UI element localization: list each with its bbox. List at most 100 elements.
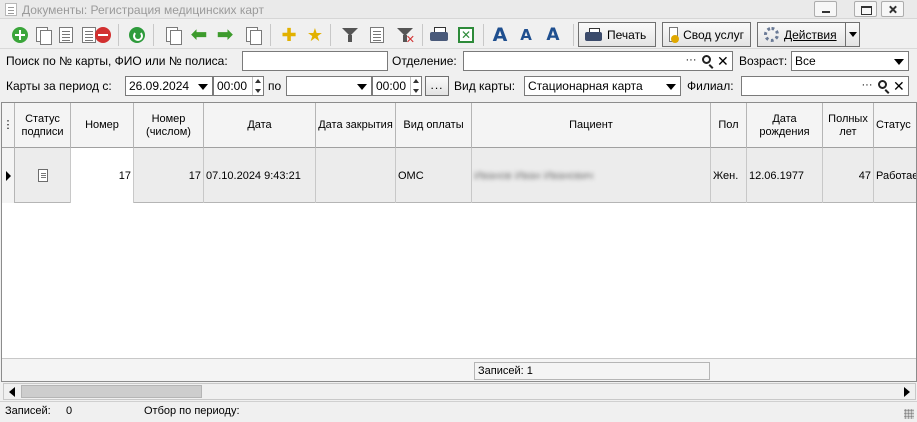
copy-document-icon[interactable] bbox=[33, 25, 53, 45]
row-selector-icon[interactable] bbox=[2, 148, 15, 203]
cell-patient[interactable]: Иванов Иван Иванович bbox=[472, 148, 711, 203]
scroll-left-icon[interactable] bbox=[5, 385, 20, 398]
period-label: Карты за период с: bbox=[6, 79, 112, 93]
department-browse-button[interactable]: ··· bbox=[684, 54, 698, 68]
column-chooser-icon[interactable]: ⋮ bbox=[2, 103, 15, 148]
table-header: ⋮ Статус подписи Номер Номер (числом) Да… bbox=[2, 103, 916, 148]
chevron-down-icon bbox=[666, 84, 676, 90]
close-button[interactable] bbox=[881, 1, 904, 17]
cell-birth-date[interactable]: 12.06.1977 bbox=[747, 148, 823, 203]
table-row[interactable]: 17 17 07.10.2024 9:43:21 ОМС Иванов Иван… bbox=[2, 148, 916, 203]
column-header-payment[interactable]: Вид оплаты bbox=[396, 103, 472, 148]
font-reset-icon[interactable]: A bbox=[543, 25, 563, 45]
column-header-age[interactable]: Полных лет bbox=[823, 103, 874, 148]
star-add-icon[interactable]: ✚ bbox=[279, 25, 299, 45]
time-from-spinner[interactable] bbox=[252, 77, 263, 95]
delete-icon[interactable] bbox=[93, 25, 113, 45]
font-increase-icon[interactable]: A bbox=[490, 24, 510, 46]
branch-field[interactable]: ··· ✕ bbox=[741, 76, 909, 96]
column-header-status[interactable]: Статус bbox=[874, 103, 916, 148]
cell-number[interactable]: 17 bbox=[71, 148, 134, 203]
column-header-number[interactable]: Номер bbox=[71, 103, 134, 148]
toolbar-separator bbox=[573, 24, 574, 46]
toolbar-separator bbox=[270, 24, 271, 46]
title-bar: Документы: Регистрация медицинских карт bbox=[0, 0, 917, 19]
add-icon[interactable] bbox=[10, 25, 30, 45]
arrow-left-icon[interactable]: ⬅ bbox=[189, 25, 209, 45]
filter-clear-icon[interactable]: ✕ bbox=[395, 25, 415, 46]
column-header-sex[interactable]: Пол bbox=[711, 103, 747, 148]
font-decrease-icon[interactable]: A bbox=[516, 25, 536, 45]
time-from-input[interactable]: 00:00 bbox=[213, 76, 264, 96]
open-document-icon[interactable] bbox=[56, 25, 76, 45]
table-records-count: Записей: 1 bbox=[474, 362, 710, 380]
time-to-spinner[interactable] bbox=[410, 77, 421, 95]
cards-table[interactable]: ⋮ Статус подписи Номер Номер (числом) Да… bbox=[1, 102, 917, 382]
scroll-right-icon[interactable] bbox=[899, 385, 914, 398]
cell-status[interactable]: Работает bbox=[874, 148, 916, 203]
horizontal-scrollbar[interactable] bbox=[3, 383, 916, 400]
column-header-number-numeric[interactable]: Номер (числом) bbox=[134, 103, 204, 148]
column-header-patient[interactable]: Пациент bbox=[472, 103, 711, 148]
gear-icon bbox=[764, 27, 779, 42]
excel-icon[interactable]: ✕ bbox=[456, 25, 476, 45]
chevron-down-icon bbox=[198, 84, 208, 90]
chevron-down-icon bbox=[848, 32, 857, 37]
column-header-signature-status[interactable]: Статус подписи bbox=[15, 103, 71, 148]
services-summary-icon bbox=[669, 27, 680, 43]
printer-icon[interactable] bbox=[429, 25, 449, 45]
cell-date[interactable]: 07.10.2024 9:43:21 bbox=[204, 148, 316, 203]
date-from-value: 26.09.2024 bbox=[129, 79, 190, 93]
filter-icon[interactable] bbox=[340, 25, 360, 45]
time-from-value: 00:00 bbox=[217, 79, 248, 93]
toolbar-separator bbox=[153, 24, 154, 46]
patient-name-redacted: Иванов Иван Иванович bbox=[474, 169, 594, 182]
department-field[interactable]: ··· ✕ bbox=[463, 51, 733, 71]
card-type-label: Вид карты: bbox=[454, 79, 516, 93]
date-to-picker[interactable] bbox=[286, 76, 372, 96]
list-view-icon-2[interactable] bbox=[243, 25, 263, 45]
search-icon[interactable] bbox=[878, 80, 887, 89]
toolbar-separator bbox=[118, 24, 119, 46]
age-select-value: Все bbox=[795, 54, 816, 68]
search-input[interactable] bbox=[242, 51, 388, 71]
svod-uslug-label: Свод услуг bbox=[683, 27, 744, 42]
date-from-picker[interactable]: 26.09.2024 bbox=[125, 76, 213, 96]
status-records-label: Записей: bbox=[5, 405, 51, 417]
search-icon[interactable] bbox=[702, 55, 711, 64]
svod-uslug-button[interactable]: Свод услуг bbox=[662, 22, 751, 47]
refresh-icon[interactable] bbox=[127, 25, 147, 45]
arrow-right-icon[interactable]: ➡ bbox=[215, 25, 235, 45]
branch-browse-button[interactable]: ··· bbox=[860, 79, 874, 93]
cell-payment[interactable]: ОМС bbox=[396, 148, 472, 203]
close-icon[interactable]: ✕ bbox=[893, 79, 905, 93]
close-icon[interactable]: ✕ bbox=[717, 54, 729, 68]
maximize-button[interactable] bbox=[854, 1, 877, 17]
period-select-button[interactable]: ... bbox=[425, 76, 449, 96]
department-label: Отделение: bbox=[392, 54, 457, 68]
cell-sex[interactable]: Жен. bbox=[711, 148, 747, 203]
column-header-birth-date[interactable]: Дата рождения bbox=[747, 103, 823, 148]
branch-label: Филиал: bbox=[687, 79, 734, 93]
document-window-icon bbox=[5, 3, 17, 16]
column-header-date[interactable]: Дата bbox=[204, 103, 316, 148]
to-label: по bbox=[268, 79, 282, 93]
column-header-close-date[interactable]: Дата закрытия bbox=[316, 103, 396, 148]
print-button[interactable]: Печать bbox=[578, 22, 656, 47]
resize-grip-icon[interactable] bbox=[904, 409, 914, 419]
age-select[interactable]: Все bbox=[791, 51, 909, 71]
cell-number-numeric[interactable]: 17 bbox=[134, 148, 204, 203]
time-to-input[interactable]: 00:00 bbox=[372, 76, 422, 96]
list-view-icon[interactable] bbox=[163, 25, 183, 45]
card-type-select[interactable]: Стационарная карта bbox=[524, 76, 681, 96]
age-label: Возраст: bbox=[739, 54, 788, 68]
cell-age[interactable]: 47 bbox=[823, 148, 874, 203]
minimize-button[interactable] bbox=[814, 1, 837, 17]
star-down-icon[interactable]: ★ bbox=[305, 25, 325, 45]
filter-edit-icon[interactable] bbox=[367, 25, 387, 45]
actions-dropdown-button[interactable] bbox=[845, 22, 860, 47]
cell-close-date[interactable] bbox=[316, 148, 396, 203]
actions-button[interactable]: Действия bbox=[757, 22, 846, 47]
chevron-down-icon bbox=[894, 59, 904, 65]
scrollbar-thumb[interactable] bbox=[21, 385, 202, 398]
